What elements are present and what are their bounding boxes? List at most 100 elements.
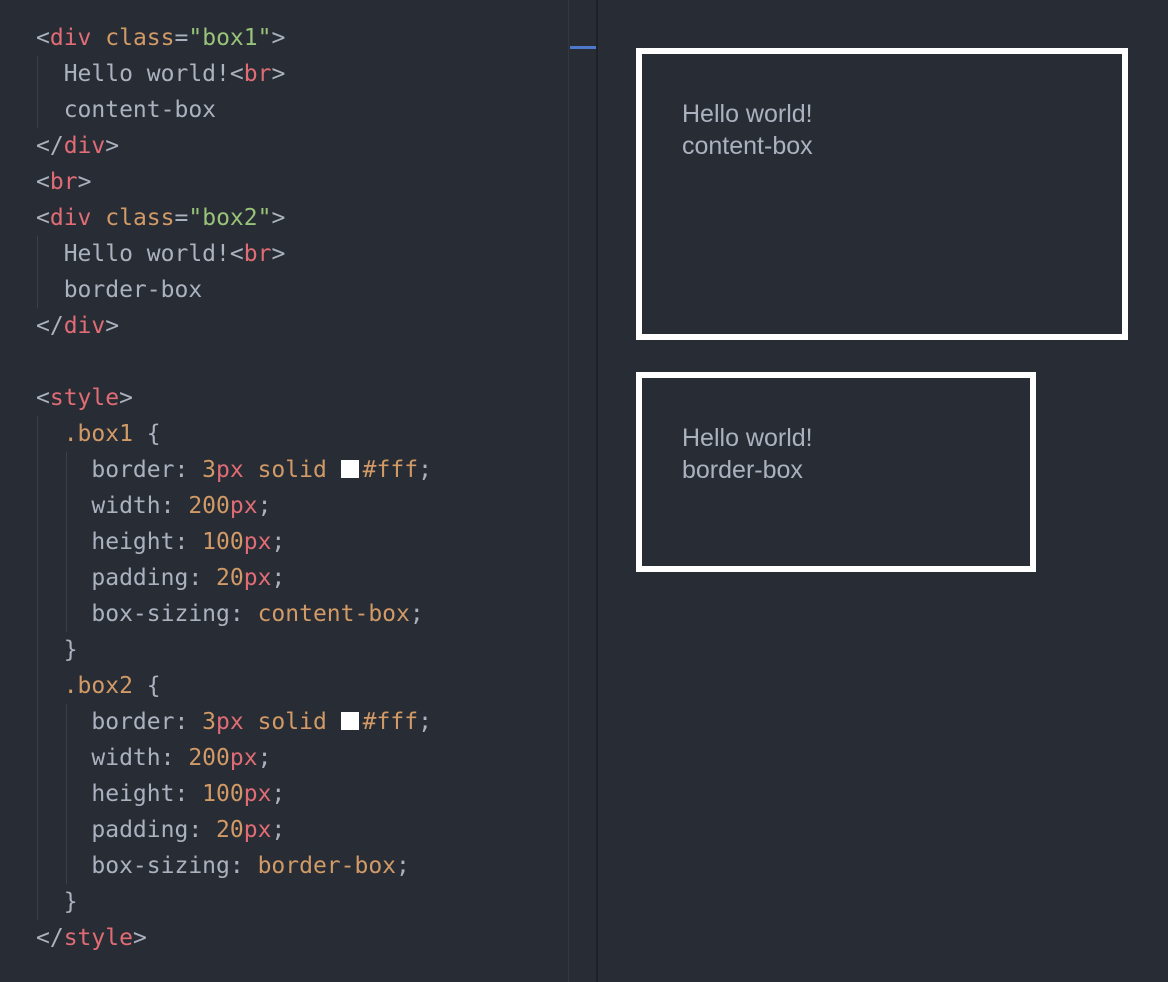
code-line: <br> [36, 164, 432, 200]
code-token: class [105, 25, 175, 51]
code-token: content-box [36, 97, 217, 123]
code-line: Hello world!<br> [36, 236, 432, 272]
code-token: 20 [216, 817, 244, 843]
code-token: border: [36, 457, 203, 483]
code-line: padding: 20px; [36, 812, 432, 848]
code-line: } [36, 884, 432, 920]
code-token: div [49, 205, 92, 231]
box2-line2: border-box [682, 456, 803, 484]
code-token: > [105, 133, 120, 159]
code-token: content-box [257, 601, 410, 627]
code-token: px [243, 529, 272, 555]
code-token: border: [36, 709, 203, 735]
code-token: height: [36, 781, 203, 807]
code-token: padding: [36, 565, 217, 591]
code-line: <div class="box1"> [36, 20, 432, 56]
code-token: style [49, 385, 120, 411]
code-token: < [36, 205, 50, 231]
code-token: ; [409, 601, 424, 627]
code-token: px [243, 565, 272, 591]
editor-scrollbar[interactable] [568, 0, 596, 982]
code-token: solid [243, 709, 341, 735]
code-content[interactable]: <div class="box1"> Hello world!<br> cont… [36, 20, 432, 956]
code-token: px [243, 817, 272, 843]
code-token: < [36, 25, 50, 51]
code-token: } [36, 889, 78, 915]
code-token: = [174, 205, 189, 231]
code-token: 3 [202, 457, 217, 483]
code-token: br [49, 169, 78, 195]
code-token: ; [396, 853, 410, 879]
code-token: px [229, 745, 258, 771]
code-token: border-box [36, 277, 203, 303]
code-token: ; [418, 457, 432, 483]
playground-window: <div class="box1"> Hello world!<br> cont… [0, 0, 1168, 982]
code-token: br [243, 61, 272, 87]
code-line: border-box [36, 272, 432, 308]
code-line: } [36, 632, 432, 668]
code-token: ; [271, 781, 286, 807]
code-token: </ [36, 133, 64, 159]
code-line: <div class="box2"> [36, 200, 432, 236]
code-line: </div> [36, 308, 432, 344]
code-line: </div> [36, 128, 432, 164]
preview-pane: Hello world! content-box Hello world! bo… [598, 0, 1168, 982]
code-token: > [119, 385, 133, 411]
code-token: ; [418, 709, 432, 735]
code-line: height: 100px; [36, 776, 432, 812]
code-line: </style> [36, 920, 432, 956]
code-token: padding: [36, 817, 217, 843]
code-token: div [63, 313, 106, 339]
code-token: </ [36, 313, 64, 339]
code-line: border: 3px solid #fff; [36, 704, 432, 740]
code-token: border-box [257, 853, 397, 879]
code-token: 200 [188, 493, 230, 519]
code-token: 100 [202, 781, 244, 807]
code-line: padding: 20px; [36, 560, 432, 596]
code-editor[interactable]: <div class="box1"> Hello world!<br> cont… [0, 0, 568, 982]
code-token: px [216, 709, 244, 735]
code-token: width: [36, 745, 189, 771]
code-token: > [77, 169, 92, 195]
code-token: { [132, 421, 161, 447]
box2-line1: Hello world! [682, 424, 813, 452]
code-token: div [63, 133, 106, 159]
code-token: px [229, 493, 258, 519]
color-swatch-icon[interactable] [340, 460, 359, 478]
code-token: ; [271, 529, 286, 555]
code-token: "box1" [188, 25, 272, 51]
code-token: > [271, 61, 286, 87]
code-token: Hello world! [36, 61, 230, 87]
code-token: { [132, 673, 161, 699]
code-token: < [229, 241, 244, 267]
code-line: box-sizing: content-box; [36, 596, 432, 632]
code-token: height: [36, 529, 203, 555]
code-token: .box1 [36, 421, 133, 447]
code-token: < [36, 385, 50, 411]
code-line: box-sizing: border-box; [36, 848, 432, 884]
code-line: width: 200px; [36, 488, 432, 524]
box1-line2: content-box [682, 132, 813, 160]
code-token: ; [271, 817, 286, 843]
code-token: style [63, 925, 133, 951]
preview-box2: Hello world! border-box [636, 372, 1036, 572]
code-token: #fff [362, 709, 419, 735]
box1-line1: Hello world! [682, 100, 813, 128]
code-token: > [105, 313, 120, 339]
code-token: width: [36, 493, 189, 519]
code-token: br [243, 241, 272, 267]
code-line: .box2 { [36, 668, 432, 704]
code-token: = [174, 25, 189, 51]
code-token: } [36, 637, 78, 663]
code-token: 200 [188, 745, 230, 771]
code-token: "box2" [188, 205, 272, 231]
code-line: .box1 { [36, 416, 432, 452]
code-token: </ [36, 925, 64, 951]
code-token: > [271, 241, 286, 267]
color-swatch-icon[interactable] [340, 712, 359, 730]
code-token: #fff [362, 457, 419, 483]
code-line: width: 200px; [36, 740, 432, 776]
